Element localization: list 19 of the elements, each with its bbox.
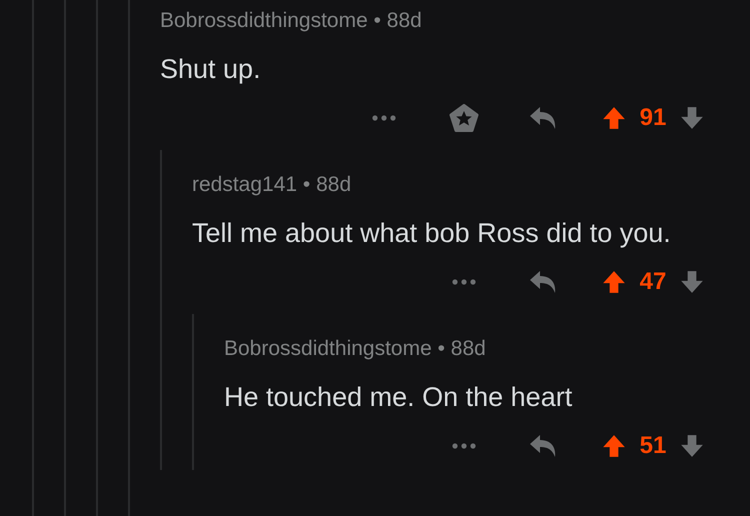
comment-text: Shut up.	[160, 53, 262, 86]
comment-text: He touched me. On the heart	[224, 381, 574, 414]
vote-score: 91	[638, 103, 668, 133]
downvote-icon[interactable]	[679, 105, 705, 131]
comment-meta: Bobrossdidthingstome • 88d	[224, 336, 487, 362]
comment-meta: Bobrossdidthingstome • 88d	[160, 8, 423, 34]
downvote-icon[interactable]	[679, 433, 705, 459]
comment-text: Tell me about what bob Ross did to you.	[192, 217, 672, 250]
upvote-icon[interactable]	[601, 269, 627, 295]
more-options-icon[interactable]	[452, 279, 476, 285]
downvote-icon[interactable]	[679, 269, 705, 295]
more-options-icon[interactable]	[452, 443, 476, 449]
upvote-icon[interactable]	[601, 433, 627, 459]
more-options-icon[interactable]	[372, 115, 396, 121]
vote-score: 47	[638, 267, 668, 297]
vote-score: 51	[638, 431, 668, 461]
award-icon[interactable]	[449, 104, 479, 132]
comment-meta: redstag141 • 88d	[192, 172, 352, 198]
upvote-icon[interactable]	[601, 105, 627, 131]
